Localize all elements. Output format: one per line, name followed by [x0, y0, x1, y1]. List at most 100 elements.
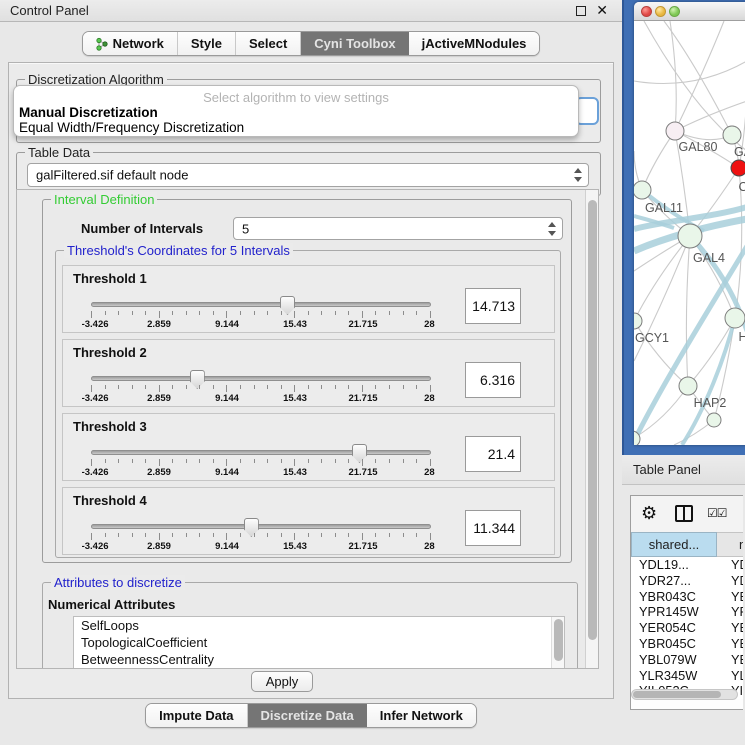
tab-cyni-toolbox-label: Cyni Toolbox — [314, 36, 395, 51]
cyni-toolbox-content: Discretization Algorithm Select algorith… — [8, 62, 614, 699]
table-header-row: shared... na — [631, 532, 743, 557]
tab-cyni-toolbox[interactable]: Cyni Toolbox — [301, 32, 408, 55]
cell-name: YBR0 — [717, 636, 743, 652]
app-root: Control Panel ✕ — [0, 0, 745, 745]
cell-name: YPR1 — [717, 604, 743, 620]
close-traffic-light[interactable] — [641, 6, 652, 17]
threshold-slider[interactable] — [91, 450, 431, 455]
network-edge — [686, 236, 690, 386]
bottom-tab-bar: Impute Data Discretize Data Infer Networ… — [0, 703, 622, 728]
network-node-gal4[interactable] — [678, 224, 702, 248]
algorithm-dropdown-popup: Select algorithm to view settings Manual… — [13, 85, 579, 137]
tab-style-label: Style — [191, 36, 222, 51]
attributes-scrollbar[interactable] — [551, 617, 564, 669]
tab-network[interactable]: Network — [83, 32, 178, 55]
main-scrollbar[interactable] — [585, 190, 598, 668]
apply-button[interactable]: Apply — [251, 671, 313, 692]
columns-icon[interactable] — [675, 505, 693, 522]
network-node-gal80[interactable] — [666, 122, 684, 140]
network-node[interactable] — [707, 413, 721, 427]
threshold-label: Threshold 2 — [73, 345, 147, 360]
cell-shared-name: YER054C — [631, 620, 717, 636]
slider-tick-labels: -3.4262.8599.14415.4321.71528 — [91, 541, 431, 552]
table-row[interactable]: YBR045CYBR0 — [631, 636, 743, 652]
threshold-label: Threshold 3 — [73, 419, 147, 434]
threshold-value-field[interactable]: 21.4 — [465, 436, 521, 472]
attribute-item[interactable]: SelfLoops — [74, 617, 564, 634]
tab-impute-data[interactable]: Impute Data — [146, 704, 247, 727]
table-hscrollbar[interactable] — [631, 689, 738, 700]
attribute-item[interactable]: TopologicalCoefficient — [74, 634, 564, 651]
threshold-slider[interactable] — [91, 376, 431, 381]
column-header-name[interactable]: na — [717, 532, 743, 557]
dropdown-option-manual-discretization[interactable]: Manual Discretization — [19, 105, 158, 120]
network-node-c[interactable] — [731, 160, 745, 176]
tab-discretize-data[interactable]: Discretize Data — [248, 704, 367, 727]
number-of-intervals-value: 5 — [242, 221, 249, 236]
table-row[interactable]: YDR27...YDR2 — [631, 573, 743, 589]
zoom-traffic-light[interactable] — [669, 6, 680, 17]
thresholds-group: Threshold's Coordinates for 5 Intervals … — [55, 250, 561, 558]
thresholds-group-title: Threshold's Coordinates for 5 Intervals — [64, 243, 293, 258]
cell-name: YBL0 — [717, 652, 743, 668]
tab-jactivemnodules[interactable]: jActiveMNodules — [409, 32, 540, 55]
network-node-ga[interactable] — [723, 126, 741, 144]
tab-infer-network-label: Infer Network — [380, 708, 463, 723]
table-row[interactable]: YBR043CYBR0 — [631, 589, 743, 605]
table-panel-title: Table Panel — [633, 462, 701, 477]
network-node-gal11[interactable] — [634, 181, 651, 199]
cell-name: YDR2 — [717, 573, 743, 589]
table-data-combobox[interactable]: galFiltered.sif default node — [27, 163, 589, 187]
network-node-h[interactable] — [725, 308, 745, 328]
network-canvas[interactable]: GAL80GACGAL11GAL4GCY1HHAP2 — [634, 21, 745, 445]
bottom-tab-group: Impute Data Discretize Data Infer Networ… — [145, 703, 477, 728]
cell-shared-name: YLR345W — [631, 668, 717, 684]
tab-impute-data-label: Impute Data — [159, 708, 233, 723]
table-panel-header: Table Panel — [622, 455, 745, 485]
tab-select[interactable]: Select — [236, 32, 301, 55]
interval-definition-title: Interval Definition — [51, 192, 157, 207]
table-row[interactable]: YPR145WYPR1 — [631, 604, 743, 620]
tab-style[interactable]: Style — [178, 32, 236, 55]
node-label: HAP2 — [694, 396, 727, 410]
network-node-hap2[interactable] — [679, 377, 697, 395]
network-node-gcy1[interactable] — [634, 313, 642, 329]
threshold-value-field[interactable]: 6.316 — [465, 362, 521, 398]
cell-shared-name: YBR045C — [631, 636, 717, 652]
node-label: C — [738, 180, 745, 194]
network-edge — [634, 61, 745, 84]
threshold-value-field[interactable]: 14.713 — [465, 288, 521, 324]
minimize-traffic-light[interactable] — [655, 6, 666, 17]
table-row[interactable]: YER054CYER0 — [631, 620, 743, 636]
slider-ticks — [91, 533, 431, 540]
tab-infer-network[interactable]: Infer Network — [367, 704, 476, 727]
table-row[interactable]: YDL19...YDL1 — [631, 557, 743, 573]
scrollbar-thumb[interactable] — [588, 200, 597, 640]
scrollbar-thumb[interactable] — [633, 691, 721, 698]
attribute-item[interactable]: BetweennessCentrality — [74, 651, 564, 668]
close-panel-icon[interactable]: ✕ — [596, 2, 608, 19]
control-panel-titlebar: Control Panel ✕ — [0, 0, 622, 22]
column-header-shared-name[interactable]: shared... — [631, 532, 717, 557]
table-row[interactable]: YLR345WYLR3 — [631, 668, 743, 684]
float-panel-icon[interactable] — [576, 6, 586, 16]
gear-icon[interactable]: ⚙ — [641, 503, 657, 523]
scrollbar-thumb[interactable] — [554, 619, 563, 661]
network-window-titlebar — [634, 2, 745, 21]
threshold-panel-2: Threshold 2-3.4262.8599.14415.4321.71528… — [62, 339, 555, 407]
number-of-intervals-combobox[interactable]: 5 — [233, 217, 563, 240]
network-graph: GAL80GACGAL11GAL4GCY1HHAP2 — [634, 21, 745, 445]
top-tab-bar: Network Style Select Cyni Toolbox jActiv… — [0, 31, 622, 56]
network-view-window: GAL80GACGAL11GAL4GCY1HHAP2 — [622, 0, 745, 455]
tab-jactivemnodules-label: jActiveMNodules — [422, 36, 527, 51]
threshold-slider[interactable] — [91, 302, 431, 307]
threshold-value-field[interactable]: 11.344 — [465, 510, 521, 546]
dropdown-placeholder: Select algorithm to view settings — [14, 90, 578, 105]
cell-shared-name: YDL19... — [631, 557, 717, 573]
select-columns-icon[interactable]: ☑☑ — [707, 506, 727, 520]
numerical-attributes-list[interactable]: SelfLoopsTopologicalCoefficientBetweenne… — [73, 616, 565, 669]
threshold-slider[interactable] — [91, 524, 431, 529]
dropdown-option-equal-width-frequency[interactable]: Equal Width/Frequency Discretization — [19, 120, 244, 135]
table-row[interactable]: YBL079WYBL0 — [631, 652, 743, 668]
numerical-attributes-label: Numerical Attributes — [48, 597, 175, 612]
